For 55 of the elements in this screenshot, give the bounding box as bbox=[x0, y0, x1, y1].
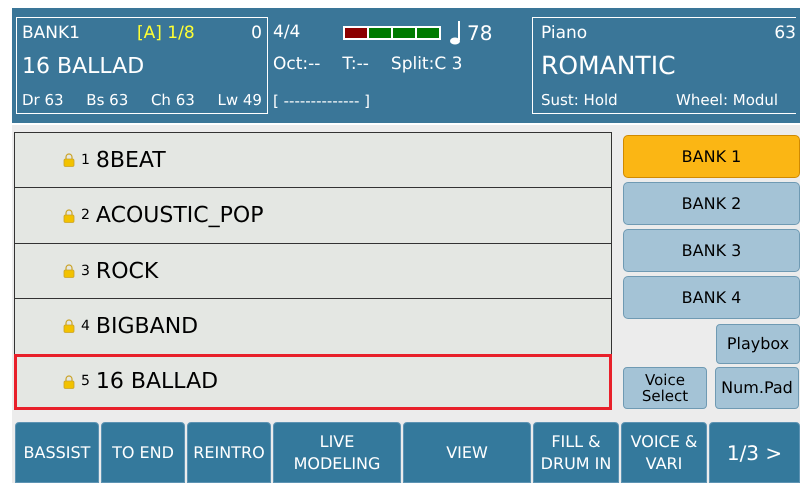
style-row[interactable]: 3 ROCK bbox=[15, 244, 611, 300]
voice-name: ROMANTIC bbox=[541, 50, 677, 82]
split-label: Split:C 3 bbox=[390, 53, 462, 76]
style-row[interactable]: 1 8BEAT bbox=[15, 133, 611, 188]
function-button[interactable]: REINTRO bbox=[187, 422, 271, 483]
style-number: 4 bbox=[81, 316, 90, 336]
chord-display: [ -------------- ] bbox=[273, 90, 372, 112]
volume-label: Lw 49 bbox=[218, 90, 262, 110]
function-button[interactable]: BASSIST bbox=[15, 422, 99, 483]
volume-label: Ch 63 bbox=[150, 90, 195, 110]
style-number: 5 bbox=[81, 372, 90, 392]
transpose-label: T:-- bbox=[342, 53, 369, 76]
function-button[interactable]: VOICE & VARI bbox=[621, 422, 707, 483]
function-button[interactable]: LIVE MODELING bbox=[273, 422, 401, 483]
tempo-value: 78 bbox=[467, 20, 492, 47]
style-name: 16 BALLAD bbox=[96, 368, 218, 396]
variation-label: [A] 1/8 bbox=[137, 22, 196, 46]
function-button[interactable]: TO END bbox=[101, 422, 185, 483]
wheel-label: Wheel: Modul bbox=[676, 90, 778, 110]
time-signature: 4/4 bbox=[273, 21, 302, 44]
bank-button[interactable]: BANK 3 bbox=[623, 229, 800, 272]
octave-label: Oct:-- bbox=[273, 53, 320, 76]
function-button[interactable]: FILL & DRUM IN bbox=[533, 422, 619, 483]
style-row[interactable]: 4 BIGBAND bbox=[15, 299, 611, 355]
lock-icon bbox=[63, 153, 75, 168]
voice-number: 63 bbox=[774, 22, 796, 46]
bank-button[interactable]: BANK 2 bbox=[623, 182, 800, 225]
voice-select-button[interactable]: Voice Select bbox=[623, 367, 707, 409]
note-icon bbox=[449, 20, 463, 46]
playbox-button[interactable]: Playbox bbox=[716, 324, 800, 364]
style-name: ACOUSTIC_POP bbox=[96, 202, 264, 230]
function-button[interactable]: 1/3 > bbox=[709, 422, 800, 483]
sustain-label: Sust: Hold bbox=[541, 90, 619, 110]
bank-button[interactable]: BANK 1 bbox=[623, 135, 800, 178]
style-row[interactable]: 5 16 BALLAD bbox=[15, 354, 611, 410]
counter-label: 0 bbox=[251, 22, 262, 46]
bank-label: BANK1 bbox=[22, 22, 81, 46]
lock-icon bbox=[63, 374, 75, 389]
lock-icon bbox=[63, 319, 75, 334]
style-number: 2 bbox=[81, 206, 90, 226]
voice-group: Piano bbox=[541, 21, 774, 47]
num-pad-button[interactable]: Num.Pad bbox=[715, 367, 799, 409]
style-name: BIGBAND bbox=[96, 312, 198, 341]
lock-icon bbox=[63, 208, 75, 223]
bank-button[interactable]: BANK 4 bbox=[623, 276, 800, 319]
style-name: 16 BALLAD bbox=[22, 52, 146, 80]
function-button[interactable]: VIEW bbox=[403, 422, 531, 483]
volume-label: Bs 63 bbox=[86, 90, 128, 110]
style-number: 3 bbox=[81, 262, 90, 281]
lock-icon bbox=[63, 264, 75, 278]
style-row[interactable]: 2 ACOUSTIC_POP bbox=[15, 188, 611, 244]
style-name: ROCK bbox=[96, 258, 158, 286]
style-number: 1 bbox=[81, 150, 90, 170]
volume-label: Dr 63 bbox=[22, 90, 64, 110]
style-name: 8BEAT bbox=[96, 146, 166, 175]
